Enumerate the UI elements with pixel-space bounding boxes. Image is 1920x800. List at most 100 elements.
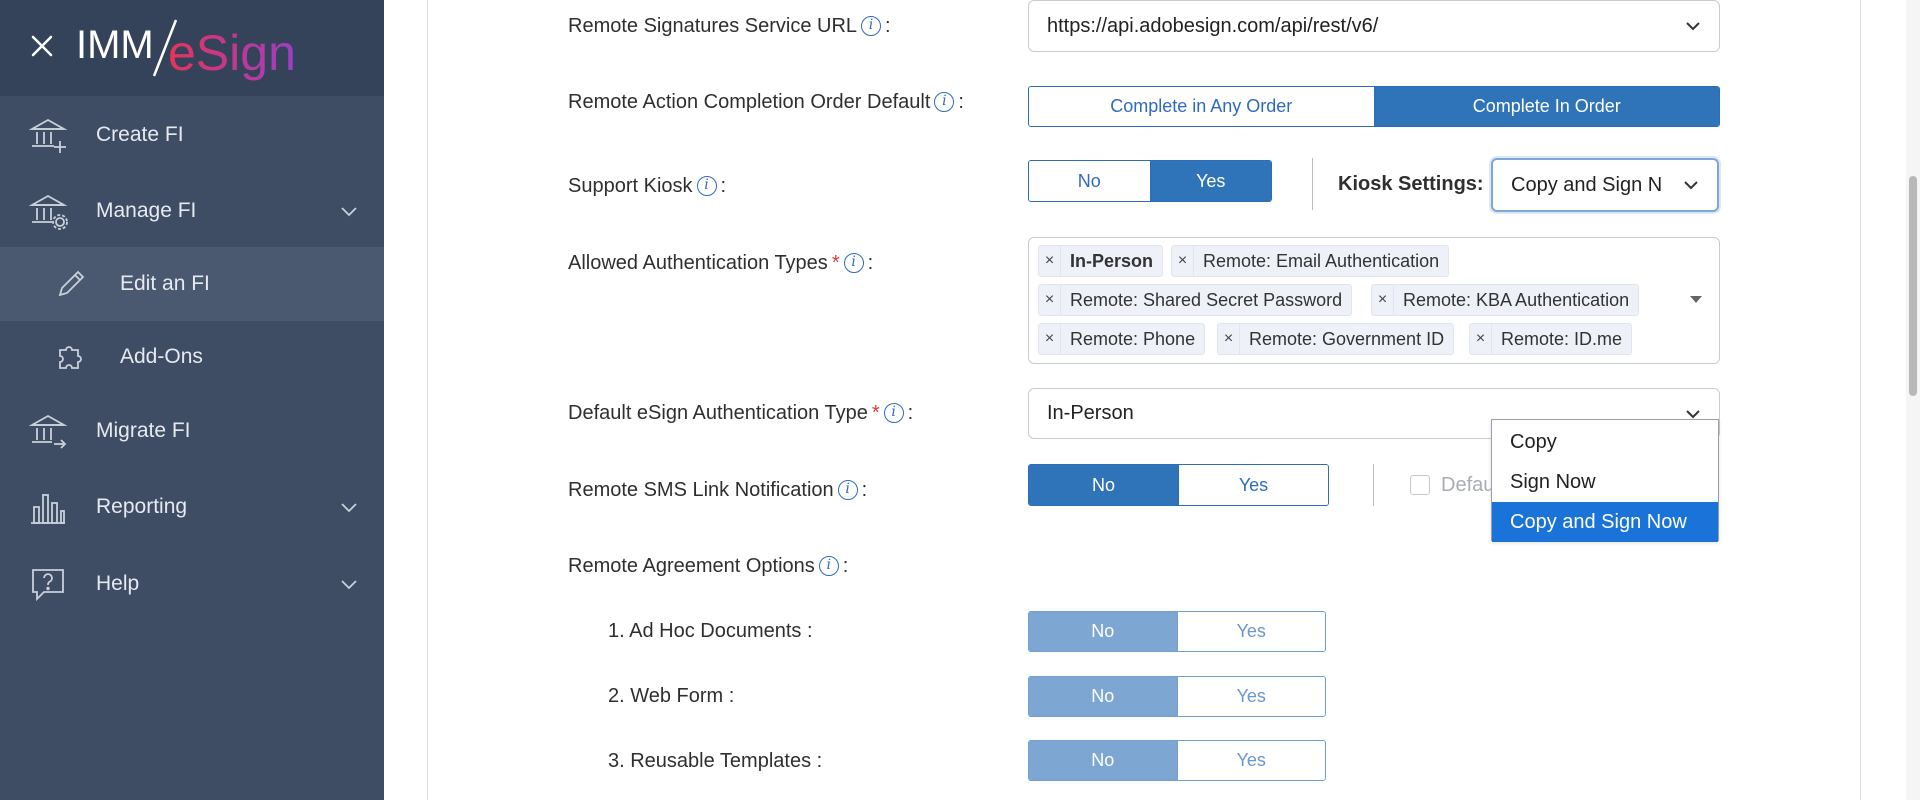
ad-hoc-no-button[interactable]: No (1029, 612, 1177, 651)
chevron-down-icon (1686, 22, 1700, 31)
label-colon: : (867, 251, 874, 274)
sidebar-item-help[interactable]: Help (0, 547, 384, 621)
sidebar-item-add-ons[interactable]: Add-Ons (0, 320, 384, 394)
auth-tag: × Remote: Government ID (1217, 323, 1455, 355)
remove-tag-icon[interactable]: × (1470, 324, 1492, 354)
bank-arrow-icon (28, 414, 68, 449)
scrollbar-track[interactable] (1906, 0, 1920, 800)
web-form-no-button[interactable]: No (1029, 677, 1177, 716)
sms-yes-button[interactable]: Yes (1178, 465, 1328, 505)
default-checkbox[interactable] (1410, 475, 1430, 495)
kiosk-settings-select[interactable]: Copy and Sign N (1491, 158, 1719, 212)
remove-tag-icon[interactable]: × (1039, 285, 1061, 315)
auth-tag: × Remote: KBA Authentication (1371, 284, 1640, 316)
divider (1373, 464, 1374, 506)
reusable-templates-label: 3. Reusable Templates : (608, 749, 823, 772)
tag-label: In-Person (1070, 250, 1154, 271)
web-form-label: 2. Web Form : (608, 684, 735, 707)
service-url-select[interactable]: https://api.adobesign.com/api/rest/v6/ (1028, 0, 1720, 52)
dropdown-option-copy-and-sign-now[interactable]: Copy and Sign Now (1492, 502, 1718, 542)
agreement-options-label: Remote Agreement Options i : (568, 554, 848, 578)
chevron-down-icon[interactable] (340, 578, 358, 590)
sms-notification-toggle: No Yes (1028, 464, 1329, 506)
complete-any-order-button[interactable]: Complete in Any Order (1029, 87, 1374, 126)
kiosk-settings-value: Copy and Sign N (1511, 173, 1663, 196)
help-bubble-icon (32, 569, 64, 602)
tag-label: Remote: Shared Secret Password (1070, 289, 1343, 310)
label-colon: : (885, 14, 891, 37)
remove-tag-icon[interactable]: × (1039, 324, 1061, 354)
support-kiosk-toggle: No Yes (1028, 160, 1272, 202)
scrollbar-thumb[interactable] (1909, 176, 1917, 396)
default-checkbox-label: Defau (1441, 474, 1495, 496)
dropdown-option-sign-now[interactable]: Sign Now (1492, 462, 1718, 502)
label-text: Remote Action Completion Order Default (568, 90, 931, 113)
web-form-yes-button[interactable]: Yes (1176, 677, 1325, 716)
support-kiosk-no-button[interactable]: No (1029, 161, 1150, 201)
web-form-toggle: No Yes (1028, 676, 1326, 717)
tag-label: Remote: ID.me (1501, 328, 1623, 349)
info-icon[interactable]: i (696, 176, 717, 196)
divider (1312, 158, 1313, 210)
sidebar-item-create-fi[interactable]: Create FI (0, 98, 384, 172)
sidebar-item-label: Migrate FI (96, 419, 191, 442)
svg-text:IMM: IMM (76, 23, 154, 67)
remove-tag-icon[interactable]: × (1218, 324, 1240, 354)
info-icon[interactable]: i (934, 92, 955, 112)
completion-order-label: Remote Action Completion Order Default i… (568, 90, 964, 114)
info-icon[interactable]: i (818, 556, 839, 576)
remove-tag-icon[interactable]: × (1039, 246, 1061, 276)
complete-in-order-button[interactable]: Complete In Order (1373, 87, 1719, 126)
label-colon: : (861, 478, 868, 501)
ad-hoc-documents-label: 1. Ad Hoc Documents : (608, 619, 813, 642)
dropdown-option-copy[interactable]: Copy (1492, 422, 1718, 462)
ad-hoc-documents-toggle: No Yes (1028, 611, 1326, 652)
tag-label: Remote: Phone (1070, 328, 1196, 349)
tag-label: Remote: Email Authentication (1203, 250, 1440, 271)
remove-tag-icon[interactable]: × (1372, 285, 1394, 315)
support-kiosk-label: Support Kiosk i : (568, 174, 726, 198)
label-text: Remote Signatures Service URL (568, 14, 858, 37)
chevron-down-icon[interactable] (340, 205, 358, 217)
auth-types-label: Allowed Authentication Types * i : (568, 251, 873, 275)
remove-tag-icon[interactable]: × (1172, 246, 1194, 276)
info-icon[interactable]: i (843, 253, 864, 273)
kiosk-settings-label: Kiosk Settings: (1338, 173, 1484, 195)
service-url-value: https://api.adobesign.com/api/rest/v6/ (1047, 14, 1379, 37)
sidebar-item-manage-fi[interactable]: Manage FI (0, 174, 384, 248)
reusable-templates-yes-button[interactable]: Yes (1176, 741, 1325, 780)
sidebar-item-reporting[interactable]: Reporting (0, 470, 384, 544)
default-auth-label: Default eSign Authentication Type * i : (568, 401, 913, 425)
info-icon[interactable]: i (837, 480, 858, 500)
sidebar-item-migrate-fi[interactable]: Migrate FI (0, 394, 384, 468)
ad-hoc-yes-button[interactable]: Yes (1176, 612, 1325, 651)
info-icon[interactable]: i (861, 16, 882, 36)
sms-notification-label: Remote SMS Link Notification i : (568, 478, 867, 502)
sidebar-item-label: Add-Ons (120, 345, 203, 368)
chevron-down-icon[interactable] (340, 501, 358, 513)
required-marker: * (871, 401, 880, 424)
sidebar-item-edit-fi[interactable]: Edit an FI (0, 247, 384, 321)
pencil-icon (58, 270, 85, 297)
caret-down-icon[interactable] (1689, 295, 1703, 304)
tag-label: Remote: Government ID (1249, 328, 1445, 349)
sms-no-button[interactable]: No (1029, 465, 1178, 505)
puzzle-icon (59, 346, 82, 369)
tag-label: Remote: KBA Authentication (1403, 289, 1630, 310)
sidebar-header: IMM eSign (0, 0, 384, 96)
info-icon[interactable]: i (883, 403, 904, 423)
support-kiosk-yes-button[interactable]: Yes (1149, 161, 1271, 201)
sidebar-item-label: Create FI (96, 123, 184, 146)
reusable-templates-no-button[interactable]: No (1029, 741, 1177, 780)
sidebar-item-label: Reporting (96, 495, 188, 518)
reusable-templates-toggle: No Yes (1028, 740, 1326, 781)
sidebar-item-label: Edit an FI (120, 272, 210, 295)
close-icon[interactable] (28, 32, 56, 60)
required-marker: * (831, 251, 840, 274)
completion-order-toggle: Complete in Any Order Complete In Order (1028, 86, 1720, 127)
card-border-right (1860, 0, 1861, 800)
auth-tag: × Remote: ID.me (1469, 323, 1633, 355)
auth-tag: × Remote: Phone (1038, 323, 1206, 355)
chevron-down-icon (1684, 181, 1698, 190)
default-auth-value: In-Person (1047, 402, 1134, 424)
